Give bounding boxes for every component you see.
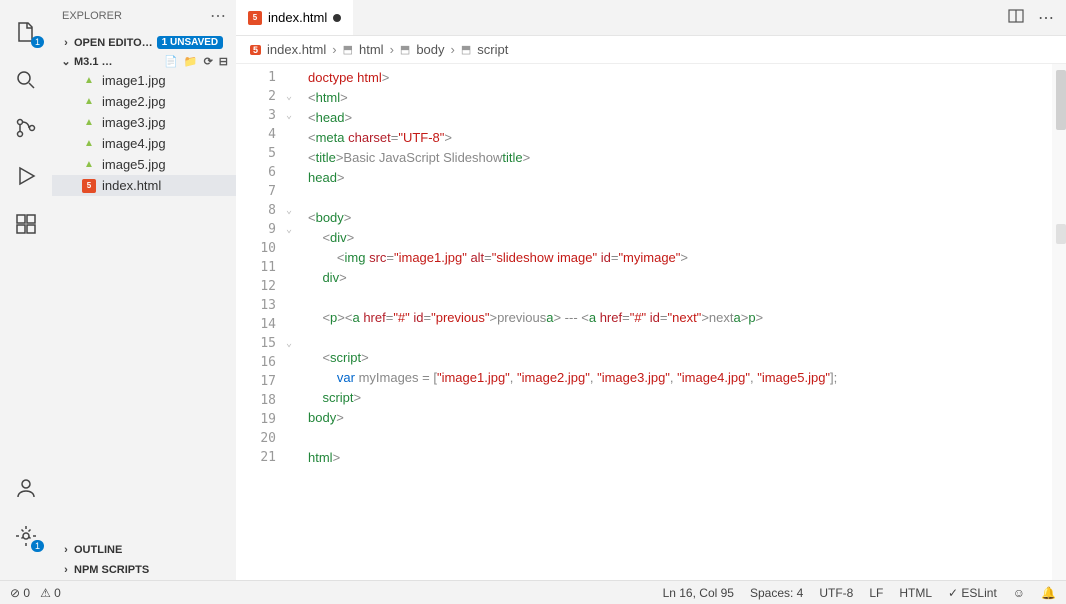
chevron-down-icon: ⌄: [60, 55, 72, 68]
explorer-icon[interactable]: 1: [12, 18, 40, 46]
tab-bar: 5 index.html ⋯: [236, 0, 1066, 36]
outline-label: OUTLINE: [74, 544, 122, 556]
feedback-icon[interactable]: ☺: [1013, 586, 1025, 600]
chevron-right-icon: ›: [60, 37, 72, 49]
split-editor-icon[interactable]: [1008, 8, 1024, 28]
npm-scripts-label: NPM SCRIPTS: [74, 564, 149, 576]
file-item[interactable]: ▲ image2.jpg: [52, 91, 236, 112]
breadcrumb-body[interactable]: body: [416, 42, 444, 57]
image-file-icon: ▲: [82, 116, 96, 130]
outline-header[interactable]: › OUTLINE: [52, 540, 236, 560]
breadcrumb-script[interactable]: script: [477, 42, 508, 57]
tag-icon: ⬒: [461, 43, 471, 56]
extensions-icon[interactable]: [12, 210, 40, 238]
tab-index-html[interactable]: 5 index.html: [236, 0, 353, 35]
status-bar: ⊘ 0 ⚠ 0 Ln 16, Col 95 Spaces: 4 UTF-8 LF…: [0, 580, 1066, 604]
sidebar-more-icon[interactable]: ⋯: [210, 6, 226, 26]
image-file-icon: ▲: [82, 74, 96, 88]
fold-gutter[interactable]: ⌄⌄⌄⌄⌄: [286, 64, 304, 580]
warnings-count[interactable]: ⚠ 0: [40, 586, 61, 600]
collapse-icon[interactable]: ⊟: [219, 55, 228, 68]
tag-icon: ⬒: [400, 43, 410, 56]
sidebar-title: EXPLORER: [62, 10, 122, 22]
encoding[interactable]: UTF-8: [819, 586, 853, 600]
tab-label: index.html: [268, 10, 327, 25]
image-file-icon: ▲: [82, 158, 96, 172]
search-icon[interactable]: [12, 66, 40, 94]
unsaved-badge: 1 UNSAVED: [157, 36, 224, 49]
activity-bar: 1 1: [0, 0, 52, 580]
source-control-icon[interactable]: [12, 114, 40, 142]
file-item[interactable]: ▲ image3.jpg: [52, 112, 236, 133]
eslint-status[interactable]: ✓ ESLint: [948, 586, 997, 600]
chevron-right-icon: ›: [60, 544, 72, 556]
code-editor[interactable]: 123456789101112131415161718192021 ⌄⌄⌄⌄⌄ …: [236, 64, 1066, 580]
file-name: image3.jpg: [102, 115, 166, 130]
unsaved-dot-icon: [333, 14, 341, 22]
refresh-icon[interactable]: ⟳: [204, 55, 213, 68]
file-name: index.html: [102, 178, 161, 193]
chevron-right-icon: ›: [390, 42, 394, 57]
sidebar: EXPLORER ⋯ › OPEN EDITO… 1 UNSAVED ⌄ M3.…: [52, 0, 236, 580]
run-debug-icon[interactable]: [12, 162, 40, 190]
settings-icon[interactable]: 1: [12, 522, 40, 550]
file-item[interactable]: ▲ image5.jpg: [52, 154, 236, 175]
cursor-position[interactable]: Ln 16, Col 95: [663, 586, 734, 600]
errors-count[interactable]: ⊘ 0: [10, 586, 30, 600]
tag-icon: ⬒: [343, 43, 353, 56]
file-item[interactable]: 5 index.html: [52, 175, 236, 196]
html-file-icon: 5: [82, 179, 96, 193]
account-icon[interactable]: [12, 474, 40, 502]
html-file-icon: 5: [248, 11, 262, 25]
editor-more-icon[interactable]: ⋯: [1038, 8, 1054, 28]
folder-name: M3.1 …: [74, 56, 113, 68]
open-editors-header[interactable]: › OPEN EDITO… 1 UNSAVED: [52, 32, 236, 53]
chevron-right-icon: ›: [332, 42, 336, 57]
line-numbers: 123456789101112131415161718192021: [236, 64, 286, 580]
npm-scripts-header[interactable]: › NPM SCRIPTS: [52, 560, 236, 580]
notifications-icon[interactable]: 🔔: [1041, 586, 1056, 600]
breadcrumb-file[interactable]: index.html: [267, 42, 326, 57]
file-name: image2.jpg: [102, 94, 166, 109]
minimap[interactable]: [1052, 64, 1066, 580]
breadcrumb[interactable]: 5 index.html › ⬒ html › ⬒ body › ⬒ scrip…: [236, 36, 1066, 64]
chevron-right-icon: ›: [451, 42, 455, 57]
breadcrumb-html[interactable]: html: [359, 42, 384, 57]
new-file-icon[interactable]: 📄: [164, 55, 178, 68]
file-name: image4.jpg: [102, 136, 166, 151]
explorer-badge: 1: [31, 36, 44, 48]
editor-area: 5 index.html ⋯ 5 index.html › ⬒ html › ⬒…: [236, 0, 1066, 580]
image-file-icon: ▲: [82, 137, 96, 151]
code-content[interactable]: doctype html> <html> <head> <meta charse…: [304, 64, 1052, 580]
language-mode[interactable]: HTML: [899, 586, 932, 600]
file-name: image5.jpg: [102, 157, 166, 172]
indentation[interactable]: Spaces: 4: [750, 586, 803, 600]
folder-header[interactable]: ⌄ M3.1 … 📄 📁 ⟳ ⊟: [52, 53, 236, 70]
chevron-right-icon: ›: [60, 564, 72, 576]
new-folder-icon[interactable]: 📁: [184, 55, 198, 68]
image-file-icon: ▲: [82, 95, 96, 109]
open-editors-label: OPEN EDITO…: [74, 37, 153, 49]
file-list: ▲ image1.jpg ▲ image2.jpg ▲ image3.jpg ▲ image4…: [52, 70, 236, 196]
eol[interactable]: LF: [869, 586, 883, 600]
file-name: image1.jpg: [102, 73, 166, 88]
file-item[interactable]: ▲ image4.jpg: [52, 133, 236, 154]
file-item[interactable]: ▲ image1.jpg: [52, 70, 236, 91]
settings-badge: 1: [31, 540, 44, 552]
html-file-icon: 5: [250, 45, 261, 55]
